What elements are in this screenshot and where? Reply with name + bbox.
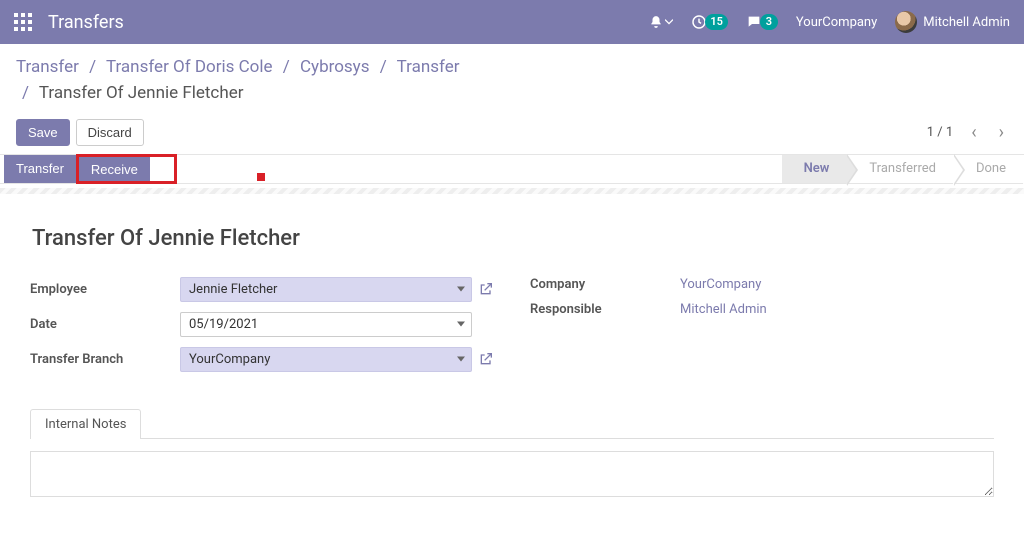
chevron-down-icon bbox=[457, 357, 465, 362]
responsible-value[interactable]: Mitchell Admin bbox=[680, 302, 767, 317]
status-transferred[interactable]: Transferred bbox=[847, 155, 954, 183]
transfer-branch-field[interactable]: YourCompany bbox=[180, 347, 472, 372]
avatar bbox=[895, 11, 917, 33]
discuss-icon[interactable]: 3 bbox=[746, 14, 778, 30]
receive-button[interactable]: Receive bbox=[79, 157, 150, 181]
external-link-icon[interactable] bbox=[478, 351, 494, 367]
discard-button[interactable]: Discard bbox=[76, 119, 144, 146]
breadcrumb-item[interactable]: Cybrosys bbox=[300, 57, 370, 77]
date-field[interactable]: 05/19/2021 bbox=[180, 312, 472, 337]
breadcrumb-current: Transfer Of Jennie Fletcher bbox=[39, 83, 244, 103]
pager-text: 1 / 1 bbox=[927, 125, 953, 140]
chevron-down-icon bbox=[457, 322, 465, 327]
company-switcher[interactable]: YourCompany bbox=[796, 15, 877, 30]
notifications-bell[interactable] bbox=[649, 15, 673, 29]
breadcrumb-item[interactable]: Transfer Of Doris Cole bbox=[106, 57, 273, 77]
edit-hatching bbox=[0, 188, 1024, 194]
activities-icon[interactable]: 15 bbox=[691, 14, 728, 30]
tab-internal-notes[interactable]: Internal Notes bbox=[30, 409, 141, 439]
label-company: Company bbox=[530, 277, 680, 292]
receive-highlight-box: Receive bbox=[76, 154, 177, 184]
status-new[interactable]: New bbox=[782, 155, 848, 183]
breadcrumb: Transfer / Transfer Of Doris Cole / Cybr… bbox=[16, 54, 1008, 107]
internal-notes-textarea[interactable] bbox=[30, 451, 994, 497]
label-responsible: Responsible bbox=[530, 302, 680, 317]
save-button[interactable]: Save bbox=[16, 119, 70, 146]
chevron-down-icon bbox=[457, 287, 465, 292]
pager-prev[interactable]: ‹ bbox=[967, 122, 980, 143]
app-title[interactable]: Transfers bbox=[48, 12, 124, 33]
employee-field[interactable]: Jennie Fletcher bbox=[180, 277, 472, 302]
pager-next[interactable]: › bbox=[995, 122, 1008, 143]
transfer-button[interactable]: Transfer bbox=[4, 155, 76, 183]
user-menu[interactable]: Mitchell Admin bbox=[895, 11, 1010, 33]
user-name: Mitchell Admin bbox=[923, 15, 1010, 30]
label-transfer-branch: Transfer Branch bbox=[30, 352, 180, 367]
external-link-icon[interactable] bbox=[478, 281, 494, 297]
red-marker bbox=[257, 173, 265, 181]
label-employee: Employee bbox=[30, 282, 180, 297]
apps-icon[interactable] bbox=[14, 13, 32, 31]
company-value[interactable]: YourCompany bbox=[680, 277, 761, 292]
breadcrumb-item[interactable]: Transfer bbox=[16, 57, 79, 77]
page-title: Transfer Of Jennie Fletcher bbox=[32, 226, 994, 251]
label-date: Date bbox=[30, 317, 180, 332]
breadcrumb-item[interactable]: Transfer bbox=[397, 57, 460, 77]
activities-count: 15 bbox=[705, 14, 728, 30]
discuss-count: 3 bbox=[760, 14, 778, 30]
